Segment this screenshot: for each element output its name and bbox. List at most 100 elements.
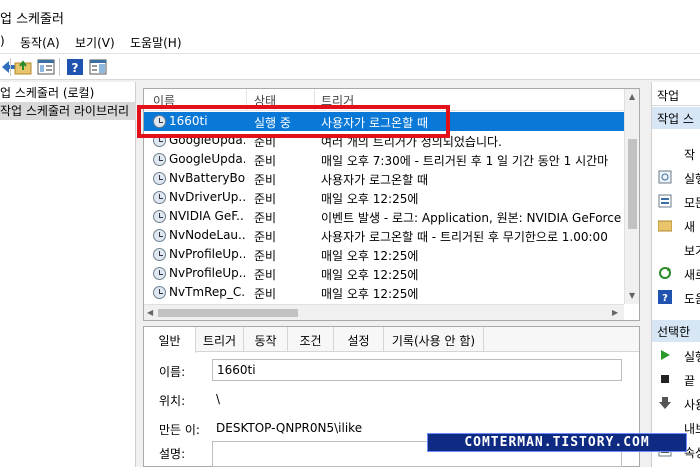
location-value: \ xyxy=(216,392,221,406)
action-new-folder[interactable]: 새 xyxy=(652,214,700,236)
menu-help[interactable]: 도움말(H) xyxy=(130,34,182,51)
menu-file[interactable]: ) xyxy=(0,34,5,48)
action-label: 새로 xyxy=(684,268,700,282)
menu-action[interactable]: 동작(A) xyxy=(20,34,60,51)
show-action-pane-icon[interactable] xyxy=(89,58,107,76)
tab-actions[interactable]: 동작 xyxy=(244,327,288,352)
table-row[interactable]: GoogleUpda... 준비 매일 오후 7:30에 - 트리거된 후 1 … xyxy=(144,150,624,169)
author-value: DESKTOP-QNPR0N5\ilike xyxy=(216,421,363,435)
actions-header: 작업 xyxy=(652,84,700,106)
task-state: 준비 xyxy=(254,230,277,244)
task-trigger: 매일 오후 7:30에 - 트리거된 후 1 일 기간 동안 1 시간마 xyxy=(321,154,609,168)
window-title: 업 스케줄러 xyxy=(0,12,64,27)
tab-general[interactable]: 일반 xyxy=(144,327,196,353)
refresh-icon xyxy=(659,267,671,279)
vertical-scrollbar[interactable]: ▲ ▼ xyxy=(624,89,639,304)
tab-conditions[interactable]: 조건 xyxy=(288,327,334,352)
action-run-selected[interactable]: 실행 xyxy=(652,344,700,366)
actions-section-library[interactable]: 작업 스 xyxy=(652,107,700,129)
watermark: COMTERMAN.TISTORY.COM xyxy=(427,433,687,452)
tab-history[interactable]: 기록(사용 안 함) xyxy=(384,327,484,352)
task-rows: 1660ti 실행 중 사용자가 로그온할 때 GoogleUpda... 준비… xyxy=(144,112,624,304)
tab-triggers[interactable]: 트리거 xyxy=(196,327,244,352)
table-row[interactable]: NvTmRep_C... 준비 매일 오후 12:25에 xyxy=(144,283,624,302)
action-view[interactable]: 보기 xyxy=(652,238,700,260)
scroll-right-icon[interactable]: ▶ xyxy=(612,309,618,317)
task-icon xyxy=(658,170,672,184)
table-row[interactable]: NvProfileUp... 준비 매일 오후 12:25에 xyxy=(144,245,624,264)
scroll-up-icon[interactable]: ▲ xyxy=(629,93,635,101)
task-state: 준비 xyxy=(254,173,277,187)
action-create-basic-task[interactable]: 작 xyxy=(652,142,700,164)
scroll-left-icon[interactable]: ◀ xyxy=(147,309,153,317)
highlight-box xyxy=(137,105,450,138)
menu-bar: ) 동작(A) 보기(V) 도움말(H) xyxy=(0,30,700,54)
show-hide-tree-icon[interactable] xyxy=(37,58,55,76)
help-icon[interactable]: ? xyxy=(66,58,84,76)
tree-item-label: 작업 스케줄러 라이브러리 xyxy=(0,104,130,118)
task-name: NVIDIA GeF... xyxy=(169,209,245,223)
list-icon xyxy=(658,194,672,208)
svg-text:?: ? xyxy=(72,61,79,75)
task-trigger: 사용자가 로그온할 때 - 트리거된 후 무기한으로 1.00:00 xyxy=(321,230,608,244)
task-name: NvProfileUp... xyxy=(169,247,245,261)
clock-icon xyxy=(153,286,166,299)
scroll-thumb[interactable] xyxy=(628,139,637,229)
task-trigger: 매일 오후 12:25에 xyxy=(321,249,419,263)
task-name: NvNodeLau... xyxy=(169,228,245,242)
table-row[interactable]: NvDriverUp... 준비 매일 오후 12:25에 xyxy=(144,188,624,207)
toolbar-separator xyxy=(59,58,60,76)
toolbar: ? xyxy=(0,54,700,80)
horizontal-scrollbar[interactable]: ◀ ▶ xyxy=(144,304,624,320)
table-row[interactable]: NVIDIA GeF... 준비 이벤트 발생 - 로그: Applicatio… xyxy=(144,207,624,226)
task-name: GoogleUpda... xyxy=(169,152,245,166)
task-state: 준비 xyxy=(254,287,277,301)
action-label: 작 xyxy=(684,148,696,162)
help-icon: ? xyxy=(658,290,672,304)
task-name: NvBatteryBo... xyxy=(169,171,245,185)
location-label: 위치: xyxy=(159,394,186,408)
actions-section-selected[interactable]: 선택한 xyxy=(652,320,700,342)
clock-icon xyxy=(153,248,166,261)
clock-icon xyxy=(153,229,166,242)
svg-text:?: ? xyxy=(662,293,668,304)
name-field[interactable]: 1660ti xyxy=(212,359,622,381)
name-label: 이름: xyxy=(159,365,186,379)
tree-item-label: 업 스케줄러 (로컬) xyxy=(0,86,95,100)
action-display-all[interactable]: 모든 xyxy=(652,190,700,212)
clock-icon xyxy=(153,172,166,185)
tree-item-root[interactable]: 업 스케줄러 (로컬) xyxy=(0,84,136,102)
table-row[interactable]: NvProfileUp... 준비 매일 오후 12:25에 xyxy=(144,264,624,283)
tree-item-library[interactable]: 작업 스케줄러 라이브러리 xyxy=(0,102,136,120)
action-disable[interactable]: 사용 xyxy=(652,392,700,414)
actions-pane: 작업 작업 스 작 실행 모든 새 보기 새로 ? 도움 선택한 실행 끝 사용… xyxy=(651,82,700,467)
clock-icon xyxy=(153,267,166,280)
stop-icon xyxy=(661,375,669,383)
action-end[interactable]: 끝 xyxy=(652,368,700,390)
detail-tabs: 일반 트리거 동작 조건 설정 기록(사용 안 함) xyxy=(144,327,639,353)
table-row[interactable]: NvBatteryBo... 준비 사용자가 로그온할 때 xyxy=(144,169,624,188)
down-arrow-icon xyxy=(659,397,671,409)
menu-view[interactable]: 보기(V) xyxy=(75,34,115,51)
tab-settings[interactable]: 설정 xyxy=(334,327,384,352)
task-trigger: 매일 오후 12:25에 xyxy=(321,192,419,206)
action-label: 실행 xyxy=(684,172,700,186)
action-label: 실행 xyxy=(684,350,700,364)
action-label: 끝 xyxy=(684,374,696,388)
action-help[interactable]: ? 도움 xyxy=(652,286,700,308)
clock-icon xyxy=(153,191,166,204)
task-name: NvTmRep_C... xyxy=(169,285,245,299)
action-run[interactable]: 실행 xyxy=(652,166,700,188)
table-row[interactable]: NvNodeLau... 준비 사용자가 로그온할 때 - 트리거된 후 무기한… xyxy=(144,226,624,245)
scroll-down-icon[interactable]: ▼ xyxy=(629,292,635,300)
task-name: NvProfileUp... xyxy=(169,266,245,280)
action-label: 새 xyxy=(684,220,696,234)
action-label: 사용 xyxy=(684,398,700,412)
task-state: 준비 xyxy=(254,192,277,206)
clock-icon xyxy=(153,153,166,166)
action-refresh[interactable]: 새로 xyxy=(652,262,700,284)
scroll-thumb[interactable] xyxy=(158,309,298,317)
up-folder-icon[interactable] xyxy=(14,58,32,76)
task-trigger: 사용자가 로그온할 때 xyxy=(321,173,428,187)
author-label: 만든 이: xyxy=(159,423,200,437)
